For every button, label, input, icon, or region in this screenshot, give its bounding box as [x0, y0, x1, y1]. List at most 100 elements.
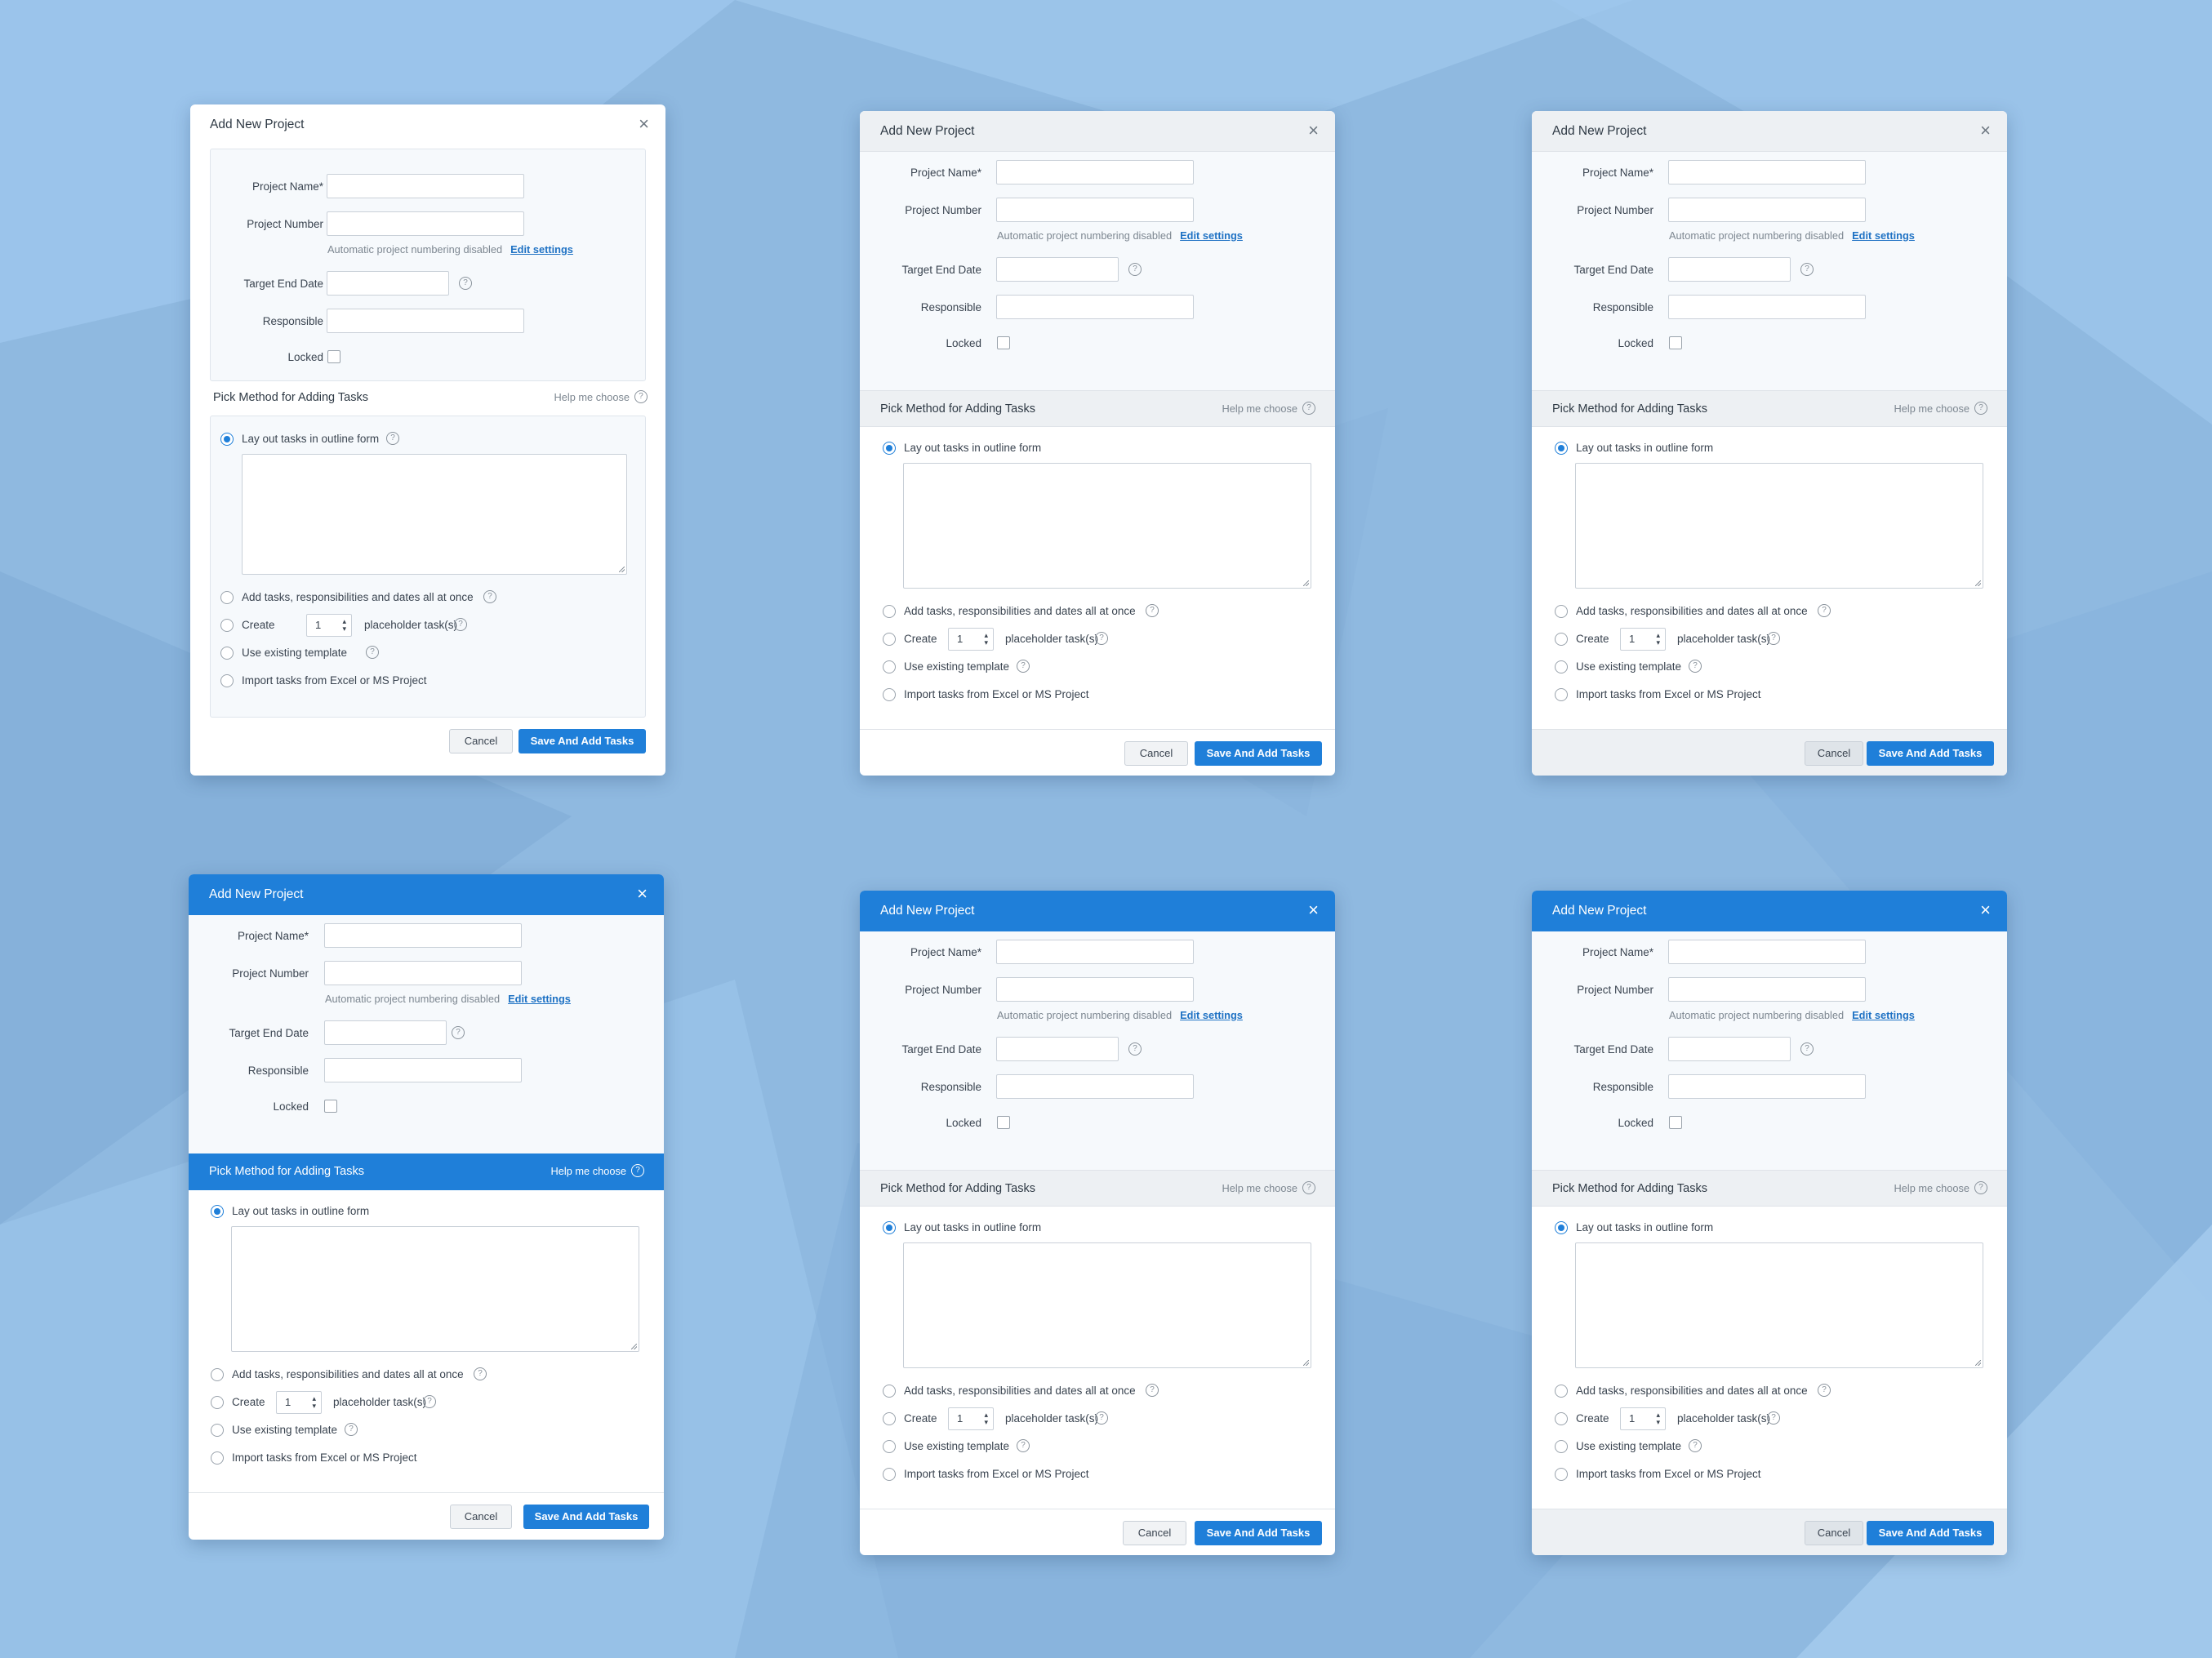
template-radio[interactable]	[1555, 1440, 1568, 1453]
edit-settings-link[interactable]: Edit settings	[508, 993, 571, 1005]
save-and-add-tasks-button[interactable]: Save And Add Tasks	[523, 1505, 649, 1529]
help-icon[interactable]: ?	[474, 1367, 487, 1380]
help-icon[interactable]: ?	[1689, 660, 1702, 673]
import-option-label[interactable]: Import tasks from Excel or MS Project	[904, 1468, 1089, 1481]
help-icon[interactable]: ?	[1095, 632, 1108, 645]
edit-settings-link[interactable]: Edit settings	[1180, 1009, 1243, 1021]
responsible-input[interactable]	[996, 295, 1194, 319]
target-end-date-input[interactable]	[996, 257, 1119, 282]
close-icon[interactable]: ×	[639, 104, 649, 144]
help-icon[interactable]: ?	[1095, 1411, 1108, 1425]
placeholder-count-stepper[interactable]: 1	[1620, 628, 1666, 651]
template-option-label[interactable]: Use existing template	[1576, 660, 1681, 673]
outline-radio[interactable]	[211, 1205, 224, 1218]
edit-settings-link[interactable]: Edit settings	[1852, 1009, 1915, 1021]
create-radio[interactable]	[883, 633, 896, 646]
help-icon[interactable]: ?	[1146, 1384, 1159, 1397]
cancel-button[interactable]: Cancel	[1124, 741, 1188, 766]
responsible-input[interactable]	[1668, 295, 1866, 319]
help-icon[interactable]: ?	[1767, 632, 1780, 645]
locked-checkbox[interactable]	[997, 1116, 1010, 1129]
template-radio[interactable]	[1555, 660, 1568, 673]
outline-textarea[interactable]	[903, 1242, 1311, 1368]
all-at-once-option-label[interactable]: Add tasks, responsibilities and dates al…	[232, 1368, 464, 1381]
help-icon[interactable]: ?	[386, 432, 399, 445]
import-radio[interactable]	[883, 1468, 896, 1481]
template-radio[interactable]	[220, 647, 234, 660]
outline-radio[interactable]	[883, 442, 896, 455]
locked-checkbox[interactable]	[324, 1100, 337, 1113]
save-and-add-tasks-button[interactable]: Save And Add Tasks	[1867, 1521, 1994, 1545]
create-label[interactable]: Create	[904, 633, 937, 646]
all-at-once-option-label[interactable]: Add tasks, responsibilities and dates al…	[1576, 1385, 1808, 1398]
import-option-label[interactable]: Import tasks from Excel or MS Project	[242, 674, 427, 687]
save-and-add-tasks-button[interactable]: Save And Add Tasks	[519, 729, 646, 753]
outline-option-label[interactable]: Lay out tasks in outline form	[242, 433, 379, 446]
project-name-input[interactable]	[1668, 160, 1866, 184]
project-name-input[interactable]	[1668, 940, 1866, 964]
project-number-input[interactable]	[1668, 977, 1866, 1002]
close-icon[interactable]: ×	[1980, 891, 1991, 930]
import-radio[interactable]	[211, 1451, 224, 1465]
template-radio[interactable]	[211, 1424, 224, 1437]
save-and-add-tasks-button[interactable]: Save And Add Tasks	[1195, 1521, 1322, 1545]
close-icon[interactable]: ×	[1980, 111, 1991, 150]
import-option-label[interactable]: Import tasks from Excel or MS Project	[1576, 1468, 1761, 1481]
outline-radio[interactable]	[220, 433, 234, 446]
outline-option-label[interactable]: Lay out tasks in outline form	[904, 442, 1041, 455]
responsible-input[interactable]	[1668, 1074, 1866, 1099]
outline-option-label[interactable]: Lay out tasks in outline form	[904, 1221, 1041, 1234]
target-end-date-input[interactable]	[1668, 257, 1791, 282]
help-me-choose-link[interactable]: Help me choose?	[554, 381, 648, 414]
outline-textarea[interactable]	[242, 454, 627, 575]
target-end-date-input[interactable]	[327, 271, 449, 296]
project-number-input[interactable]	[996, 198, 1194, 222]
project-name-input[interactable]	[324, 923, 522, 948]
create-label[interactable]: Create	[904, 1412, 937, 1425]
outline-option-label[interactable]: Lay out tasks in outline form	[1576, 442, 1713, 455]
help-icon[interactable]: ?	[1128, 1042, 1142, 1056]
help-icon[interactable]: ?	[452, 1026, 465, 1039]
help-me-choose-link[interactable]: Help me choose?	[1222, 1171, 1315, 1207]
create-label[interactable]: Create	[1576, 633, 1609, 646]
all-at-once-radio[interactable]	[883, 605, 896, 618]
help-icon[interactable]: ?	[1017, 660, 1030, 673]
create-radio[interactable]	[220, 619, 234, 632]
project-number-input[interactable]	[996, 977, 1194, 1002]
create-label[interactable]: Create	[242, 619, 275, 632]
outline-textarea[interactable]	[903, 463, 1311, 589]
placeholder-count-stepper[interactable]: 1	[948, 1407, 994, 1430]
placeholder-count-stepper[interactable]: 1	[1620, 1407, 1666, 1430]
close-icon[interactable]: ×	[1308, 891, 1319, 930]
responsible-input[interactable]	[324, 1058, 522, 1082]
responsible-input[interactable]	[327, 309, 524, 333]
edit-settings-link[interactable]: Edit settings	[1180, 229, 1243, 242]
locked-checkbox[interactable]	[997, 336, 1010, 349]
help-icon[interactable]: ?	[423, 1395, 436, 1408]
template-option-label[interactable]: Use existing template	[904, 660, 1009, 673]
all-at-once-option-label[interactable]: Add tasks, responsibilities and dates al…	[904, 605, 1136, 618]
outline-option-label[interactable]: Lay out tasks in outline form	[1576, 1221, 1713, 1234]
all-at-once-option-label[interactable]: Add tasks, responsibilities and dates al…	[242, 591, 474, 604]
outline-radio[interactable]	[883, 1221, 896, 1234]
help-icon[interactable]: ?	[1800, 263, 1814, 276]
all-at-once-radio[interactable]	[1555, 605, 1568, 618]
template-radio[interactable]	[883, 660, 896, 673]
import-radio[interactable]	[1555, 688, 1568, 701]
save-and-add-tasks-button[interactable]: Save And Add Tasks	[1867, 741, 1994, 766]
help-icon[interactable]: ?	[345, 1423, 358, 1436]
help-icon[interactable]: ?	[1818, 1384, 1831, 1397]
outline-option-label[interactable]: Lay out tasks in outline form	[232, 1205, 369, 1218]
help-icon[interactable]: ?	[1128, 263, 1142, 276]
import-radio[interactable]	[220, 674, 234, 687]
template-option-label[interactable]: Use existing template	[1576, 1440, 1681, 1453]
close-icon[interactable]: ×	[637, 874, 648, 913]
edit-settings-link[interactable]: Edit settings	[1852, 229, 1915, 242]
locked-checkbox[interactable]	[327, 350, 340, 363]
target-end-date-input[interactable]	[1668, 1037, 1791, 1061]
help-icon[interactable]: ?	[1767, 1411, 1780, 1425]
template-option-label[interactable]: Use existing template	[242, 647, 347, 660]
help-me-choose-link[interactable]: Help me choose?	[551, 1153, 644, 1189]
locked-checkbox[interactable]	[1669, 336, 1682, 349]
target-end-date-input[interactable]	[996, 1037, 1119, 1061]
